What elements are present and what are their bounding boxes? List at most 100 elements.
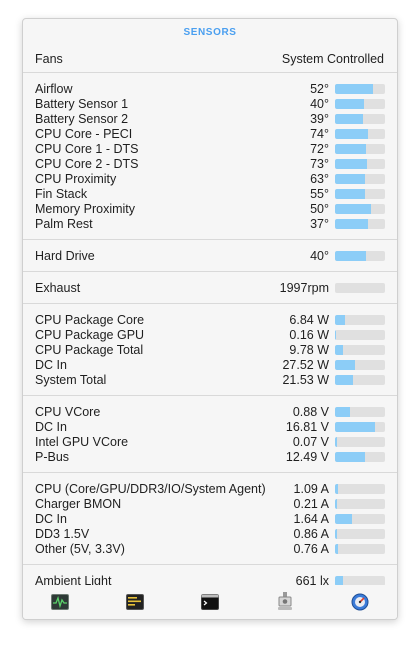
sensor-label: DC In xyxy=(35,357,67,372)
disk-utility-icon[interactable] xyxy=(349,591,371,613)
sensor-row[interactable]: CPU Core 1 - DTS 72° xyxy=(23,141,397,156)
sensor-row[interactable]: DC In 1.64 A xyxy=(23,511,397,526)
sensor-label: Airflow xyxy=(35,81,73,96)
sensor-value: 9.78 W xyxy=(289,342,329,357)
sensor-value: 16.81 V xyxy=(285,419,329,434)
sensor-bar xyxy=(335,421,385,432)
sensor-value: 52° xyxy=(310,81,329,96)
sensor-value: 72° xyxy=(310,141,329,156)
sensors-panel: SENSORS Fans System Controlled Airflow 52… xyxy=(22,18,398,620)
sensor-value: 74° xyxy=(310,126,329,141)
sensor-value: 27.52 W xyxy=(282,357,329,372)
sensor-row[interactable]: CPU Package Total 9.78 W xyxy=(23,342,397,357)
sensor-bar xyxy=(335,483,385,494)
sensor-row[interactable]: CPU Core - PECI 74° xyxy=(23,126,397,141)
sensor-value: 0.88 V xyxy=(292,404,329,419)
sensor-bar xyxy=(335,344,385,355)
sensor-row[interactable]: Intel GPU VCore 0.07 V xyxy=(23,434,397,449)
sensor-value: 39° xyxy=(310,111,329,126)
section-exhaust: Exhaust 1997rpm xyxy=(23,272,397,304)
sensor-row[interactable]: CPU Package GPU 0.16 W xyxy=(23,327,397,342)
sensor-row[interactable]: DC In 27.52 W xyxy=(23,357,397,372)
sensor-bar xyxy=(335,359,385,370)
sensor-bar xyxy=(335,158,385,169)
sensor-value: 0.86 A xyxy=(293,526,329,541)
sensor-label: Charger BMON xyxy=(35,496,122,511)
sensor-row[interactable]: Hard Drive 40° xyxy=(23,248,397,263)
sensor-value: 0.07 V xyxy=(292,434,329,449)
sensor-bar-fill xyxy=(335,374,353,385)
sensor-row[interactable]: System Total 21.53 W xyxy=(23,372,397,387)
fans-value: System Controlled xyxy=(281,51,384,66)
sensor-row[interactable]: Battery Sensor 1 40° xyxy=(23,96,397,111)
terminal-icon[interactable] xyxy=(199,591,221,613)
sensor-row[interactable]: Charger BMON 0.21 A xyxy=(23,496,397,511)
sensor-bar-fill xyxy=(335,528,337,539)
section-drives: Hard Drive 40° xyxy=(23,240,397,272)
sensor-label: CPU Package GPU xyxy=(35,327,145,342)
sensor-row[interactable]: CPU Package Core 6.84 W xyxy=(23,312,397,327)
sensor-row[interactable]: Battery Sensor 2 39° xyxy=(23,111,397,126)
sensor-bar-fill xyxy=(335,218,368,229)
sensor-value: 73° xyxy=(310,156,329,171)
sensor-label: DC In xyxy=(35,511,67,526)
sensor-bar-fill xyxy=(335,113,363,124)
sensor-row[interactable]: DD3 1.5V 0.86 A xyxy=(23,526,397,541)
sensor-label: CPU Core - PECI xyxy=(35,126,133,141)
sensor-bar-fill xyxy=(335,158,367,169)
sensor-label: CPU VCore xyxy=(35,404,101,419)
sensor-row[interactable]: CPU Proximity 63° xyxy=(23,171,397,186)
sensor-bar xyxy=(335,83,385,94)
sensor-bar xyxy=(335,113,385,124)
system-info-icon[interactable] xyxy=(274,591,296,613)
sensor-bar-fill xyxy=(335,329,336,340)
sensor-bar-fill xyxy=(335,575,343,586)
sensor-bar xyxy=(335,282,385,293)
sensor-value: 63° xyxy=(310,171,329,186)
section-power: CPU Package Core 6.84 W CPU Package GPU 0.1… xyxy=(23,304,397,396)
sensor-label: Memory Proximity xyxy=(35,201,136,216)
sensor-bar xyxy=(335,98,385,109)
sensor-label: CPU Package Total xyxy=(35,342,144,357)
sensor-bar xyxy=(335,203,385,214)
sensor-row[interactable]: CPU Core 2 - DTS 73° xyxy=(23,156,397,171)
sensor-value: 40° xyxy=(310,248,329,263)
console-icon[interactable] xyxy=(124,591,146,613)
activity-monitor-icon[interactable] xyxy=(49,591,71,613)
sensor-label: Exhaust xyxy=(35,280,81,295)
sensor-row[interactable]: Palm Rest 37° xyxy=(23,216,397,231)
sensor-row[interactable]: DC In 16.81 V xyxy=(23,419,397,434)
sensor-row[interactable]: Other (5V, 3.3V) 0.76 A xyxy=(23,541,397,556)
fans-row[interactable]: Fans System Controlled xyxy=(23,45,397,73)
sensor-bar xyxy=(335,218,385,229)
sensor-row[interactable]: Airflow 52° xyxy=(23,81,397,96)
sensor-label: Intel GPU VCore xyxy=(35,434,129,449)
sensor-bar xyxy=(335,575,385,586)
sensor-bar xyxy=(335,143,385,154)
sensor-bar-fill xyxy=(335,83,373,94)
sensor-bar-fill xyxy=(335,250,366,261)
sensor-bar-fill xyxy=(335,314,345,325)
section-current: CPU (Core/GPU/DDR3/IO/System Agent) 1.09 … xyxy=(23,473,397,565)
sensor-value: 50° xyxy=(310,201,329,216)
sensor-bar xyxy=(335,173,385,184)
sensor-value: 1.64 A xyxy=(293,511,329,526)
sensor-bar-fill xyxy=(335,498,337,509)
sensor-label: System Total xyxy=(35,372,107,387)
sensor-bar-fill xyxy=(335,543,338,554)
sensor-row[interactable]: Fin Stack 55° xyxy=(23,186,397,201)
sensor-row[interactable]: Exhaust 1997rpm xyxy=(23,280,397,295)
sensor-value: 21.53 W xyxy=(282,372,329,387)
sensor-bar-fill xyxy=(335,406,350,417)
sensor-row[interactable]: CPU (Core/GPU/DDR3/IO/System Agent) 1.09 … xyxy=(23,481,397,496)
sensor-row[interactable]: P-Bus 12.49 V xyxy=(23,449,397,464)
sensor-value: 40° xyxy=(310,96,329,111)
sensor-bar xyxy=(335,406,385,417)
sensor-bar xyxy=(335,250,385,261)
sensor-bar-fill xyxy=(335,513,352,524)
sensor-bar-fill xyxy=(335,143,366,154)
sensor-label: CPU Package Core xyxy=(35,312,145,327)
sensor-row[interactable]: Memory Proximity 50° xyxy=(23,201,397,216)
sensor-value: 1997rpm xyxy=(279,280,329,295)
sensor-row[interactable]: CPU VCore 0.88 V xyxy=(23,404,397,419)
